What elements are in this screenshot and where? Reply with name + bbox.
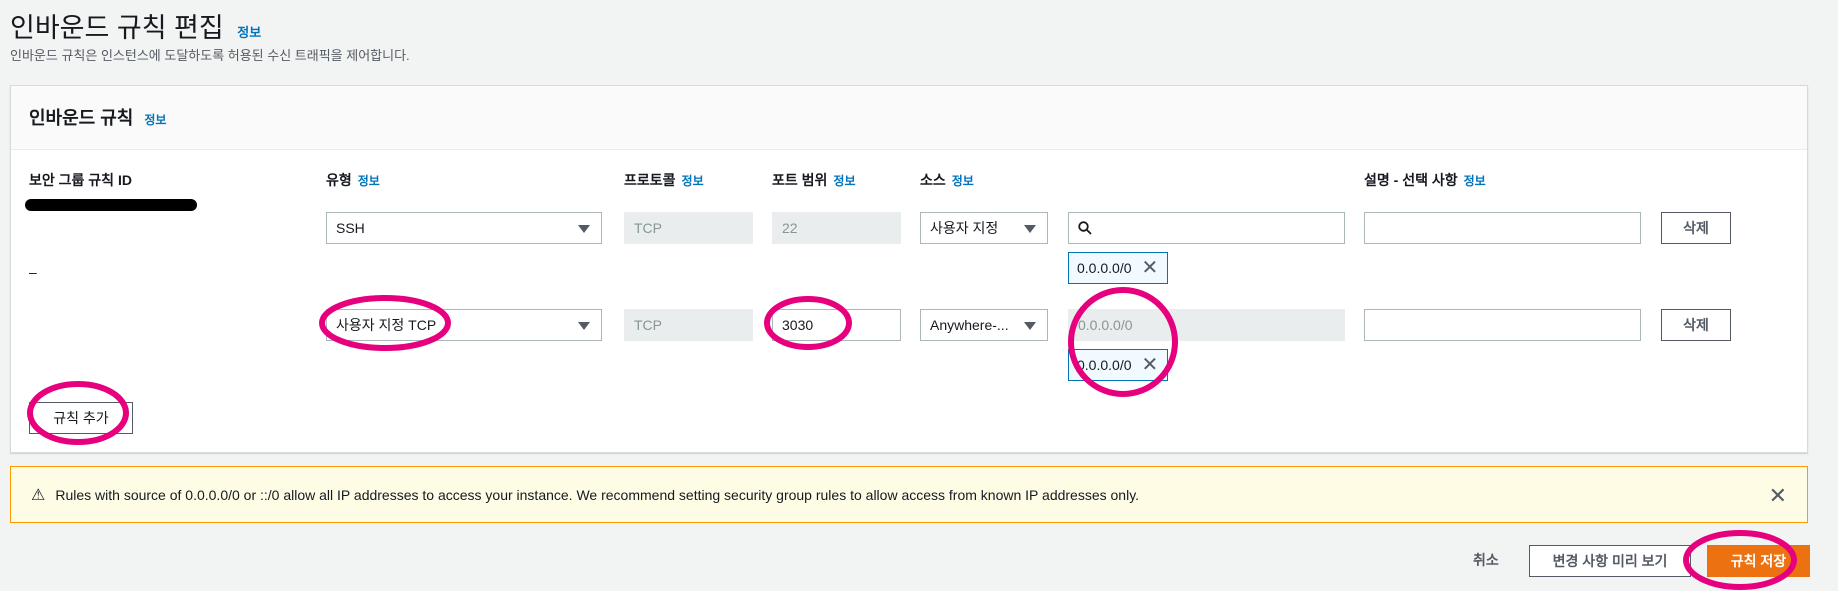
type-select-1-value: SSH [336, 220, 365, 236]
description-input-1[interactable] [1364, 212, 1641, 244]
col-port-range: 포트 범위 정보 [772, 170, 856, 190]
cidr-token-2: 0.0.0.0/0 ✕ [1068, 349, 1168, 381]
col-description-label: 설명 - 선택 사항 [1364, 172, 1458, 188]
col-type-label: 유형 [326, 172, 352, 188]
col-port-range-label: 포트 범위 [772, 172, 828, 188]
chevron-down-icon [578, 225, 590, 233]
page-title-info-link[interactable]: 정보 [237, 25, 261, 40]
col-description: 설명 - 선택 사항 정보 [1364, 170, 1486, 190]
delete-button-2[interactable]: 삭제 [1661, 309, 1731, 341]
source-select-1[interactable]: 사용자 지정 [920, 212, 1048, 244]
cidr-token-1: 0.0.0.0/0 ✕ [1068, 252, 1168, 284]
description-input-2[interactable] [1364, 309, 1641, 341]
cidr-token-2-label: 0.0.0.0/0 [1077, 357, 1132, 373]
protocol-field-2: TCP [624, 309, 753, 341]
delete-button-1[interactable]: 삭제 [1661, 212, 1731, 244]
col-type-info-link[interactable]: 정보 [358, 174, 380, 188]
source-search-value-2: 0.0.0.0/0 [1078, 317, 1133, 333]
page-title-text: 인바운드 규칙 편집 [10, 13, 224, 43]
chevron-down-icon [578, 322, 590, 330]
close-icon[interactable]: ✕ [1769, 483, 1787, 509]
source-select-2-value: Anywhere-... [930, 317, 1009, 333]
page-description: 인바운드 규칙은 인스턴스에 도달하도록 허용된 수신 트래픽을 제어합니다. [10, 48, 410, 63]
panel-info-link[interactable]: 정보 [144, 113, 166, 127]
source-select-2[interactable]: Anywhere-... [920, 309, 1048, 341]
preview-changes-button[interactable]: 변경 사항 미리 보기 [1529, 545, 1691, 577]
type-select-2[interactable]: 사용자 지정 TCP [326, 309, 602, 341]
panel-header: 인바운드 규칙 정보 [11, 86, 1807, 150]
col-protocol-info-link[interactable]: 정보 [682, 174, 704, 188]
source-search-input-2: 0.0.0.0/0 [1068, 309, 1345, 341]
type-select-1[interactable]: SSH [326, 212, 602, 244]
port-range-value-2: 3030 [782, 317, 814, 333]
col-type: 유형 정보 [326, 170, 380, 190]
chevron-down-icon [1024, 225, 1036, 233]
warning-alert: ⚠ Rules with source of 0.0.0.0/0 or ::/0… [10, 466, 1808, 523]
source-select-1-value: 사용자 지정 [930, 220, 999, 236]
protocol-field-1: TCP [624, 212, 753, 244]
col-source-label: 소스 [920, 172, 946, 188]
search-icon [1078, 221, 1092, 235]
inbound-rules-panel: 인바운드 규칙 정보 보안 그룹 규칙 ID 유형 정보 프로토콜 정보 포트 범위… [10, 85, 1808, 453]
rule-id-2: – [29, 264, 37, 280]
col-description-info-link[interactable]: 정보 [1464, 174, 1486, 188]
col-rule-id: 보안 그룹 규칙 ID [29, 172, 132, 188]
warning-alert-text: Rules with source of 0.0.0.0/0 or ::/0 a… [55, 486, 1140, 503]
cancel-button[interactable]: 취소 [1473, 550, 1499, 570]
port-range-field-1: 22 [772, 212, 901, 244]
port-range-input-2[interactable]: 3030 [772, 309, 901, 341]
col-port-info-link[interactable]: 정보 [833, 174, 855, 188]
panel-title: 인바운드 규칙 [29, 108, 134, 128]
save-rules-button[interactable]: 규칙 저장 [1707, 545, 1810, 577]
col-source: 소스 정보 [920, 170, 974, 190]
add-rule-button[interactable]: 규칙 추가 [29, 402, 133, 434]
col-protocol-label: 프로토콜 [624, 172, 676, 188]
col-protocol: 프로토콜 정보 [624, 170, 704, 190]
close-icon[interactable]: ✕ [1142, 355, 1159, 375]
chevron-down-icon [1024, 322, 1036, 330]
redacted-rule-id [25, 199, 197, 211]
warning-icon: ⚠ [31, 486, 46, 504]
page-title: 인바운드 규칙 편집 정보 [10, 6, 261, 45]
type-select-2-value: 사용자 지정 TCP [336, 317, 437, 333]
source-search-input-1[interactable] [1068, 212, 1345, 244]
cidr-token-1-label: 0.0.0.0/0 [1077, 260, 1132, 276]
close-icon[interactable]: ✕ [1142, 258, 1159, 278]
col-source-info-link[interactable]: 정보 [952, 174, 974, 188]
